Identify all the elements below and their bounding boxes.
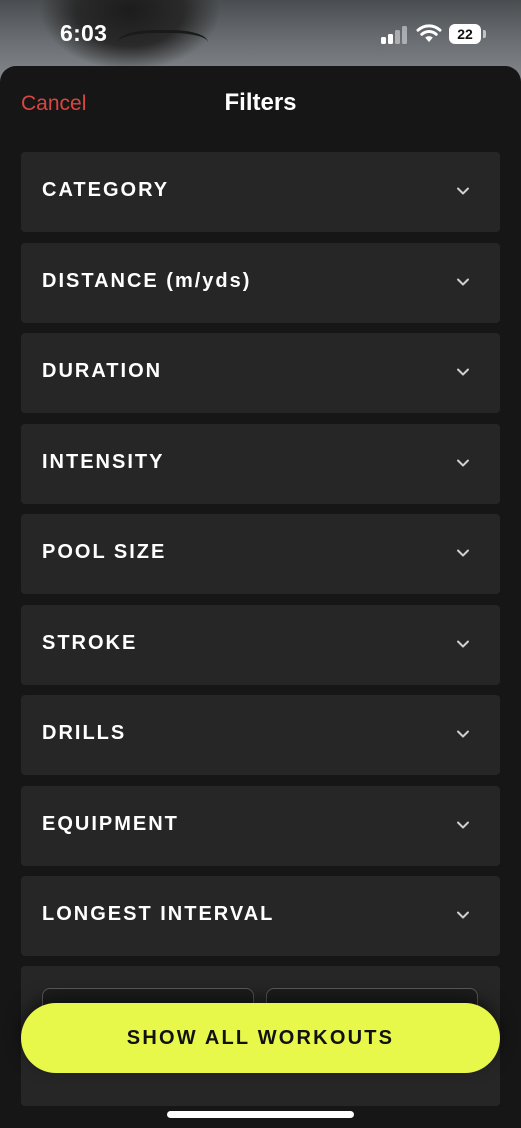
page-title: Filters — [224, 89, 297, 116]
chevron-down-icon — [457, 187, 469, 195]
filters-sheet: Cancel Filters CATEGORY DISTANCE (m/yds)… — [0, 66, 521, 1128]
filter-row-category[interactable]: CATEGORY — [21, 152, 500, 232]
chevron-down-icon — [457, 640, 469, 647]
filter-label: DISTANCE (m/yds) — [42, 269, 252, 292]
filter-row-intensity[interactable]: INTENSITY — [21, 423, 500, 504]
filter-row-pool-size[interactable]: POOL SIZE — [21, 514, 500, 594]
show-all-workouts-button[interactable]: SHOW ALL WORKOUTS — [21, 1003, 500, 1073]
filter-row-distance[interactable]: DISTANCE (m/yds) — [21, 242, 500, 323]
cellular-signal-icon — [381, 26, 409, 44]
filter-label: POOL SIZE — [42, 541, 167, 563]
filter-row-equipment[interactable]: EQUIPMENT — [21, 785, 500, 866]
filter-label: LONGEST INTERVAL — [42, 903, 275, 925]
home-indicator — [167, 1111, 354, 1118]
wifi-icon — [416, 24, 442, 42]
battery-icon: 22 — [449, 24, 481, 44]
filter-label: STROKE — [42, 631, 138, 654]
chevron-down-icon — [457, 821, 469, 828]
filter-row-duration[interactable]: DURATION — [21, 333, 500, 413]
chevron-down-icon — [457, 549, 469, 557]
status-bar: 6:03 22 — [0, 0, 521, 68]
filter-label: DRILLS — [42, 722, 127, 744]
filter-label: CATEGORY — [42, 179, 170, 201]
chevron-down-icon — [457, 368, 469, 376]
filter-row-longest-interval[interactable]: LONGEST INTERVAL — [21, 876, 500, 956]
status-time: 6:03 — [60, 20, 108, 46]
filter-row-drills[interactable]: DRILLS — [21, 695, 500, 775]
chevron-down-icon — [457, 911, 469, 919]
sheet-header: Cancel Filters — [0, 66, 521, 142]
chevron-down-icon — [457, 459, 469, 466]
filter-label: INTENSITY — [42, 450, 165, 473]
filter-label: EQUIPMENT — [42, 812, 179, 835]
battery-tip — [483, 30, 486, 38]
filter-label: DURATION — [42, 360, 163, 382]
chevron-down-icon — [457, 278, 469, 285]
filter-row-stroke[interactable]: STROKE — [21, 604, 500, 685]
chevron-down-icon — [457, 730, 469, 738]
